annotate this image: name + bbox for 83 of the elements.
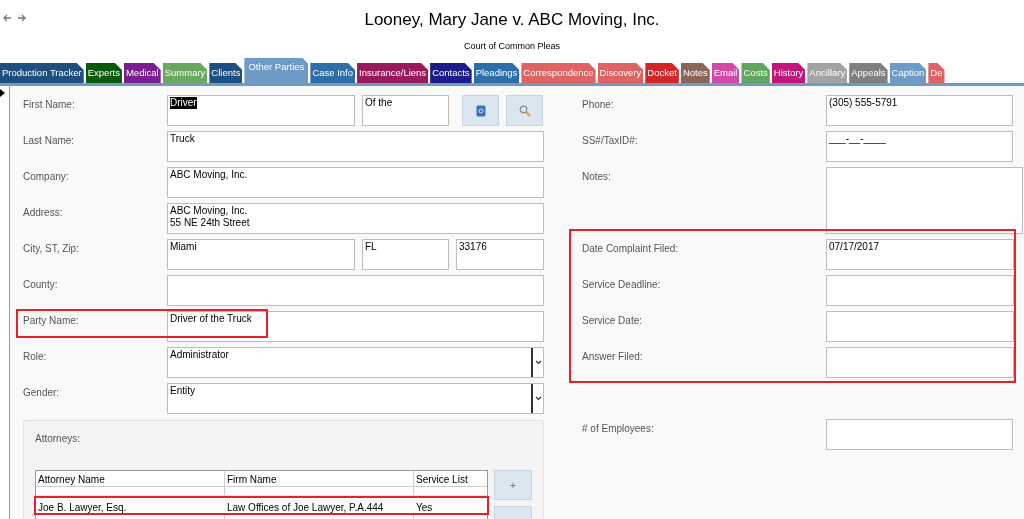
chevron-down-icon <box>534 396 542 401</box>
text-field[interactable]: (305) 555-5791 <box>826 95 1013 126</box>
text-field[interactable] <box>826 347 1014 378</box>
tab[interactable]: Experts <box>85 63 122 83</box>
tab[interactable]: Docket <box>645 63 679 83</box>
field-label: Answer Filed: <box>582 350 644 364</box>
column-header: Service List <box>415 473 469 486</box>
field-value: Driver of the Truck <box>170 313 252 325</box>
tab[interactable]: Pleadings <box>473 63 520 83</box>
text-field[interactable] <box>167 275 544 306</box>
text-field[interactable]: Driver <box>167 95 355 126</box>
tab[interactable]: Medical <box>123 63 161 83</box>
attorneys-label: Attorneys: <box>35 432 82 446</box>
table-cell-text: Law Offices of Joe Lawyer, P.A.444 <box>226 501 385 513</box>
chevron-down-icon <box>534 360 542 365</box>
dropdown-value: Entity <box>170 385 195 396</box>
text-field[interactable]: Of the <box>362 95 449 126</box>
text-field[interactable]: 33176 <box>456 239 544 270</box>
text-field[interactable]: Truck <box>167 131 544 162</box>
field-label: SS#/TaxID#: <box>582 134 639 148</box>
field-label: County: <box>23 278 59 292</box>
field-label: Notes: <box>582 170 612 184</box>
field-value: Truck <box>170 133 195 145</box>
dropdown-button[interactable] <box>531 384 543 413</box>
field-value: 33176 <box>459 241 487 253</box>
text-field[interactable]: ABC Moving, Inc. <box>167 167 544 198</box>
text-field[interactable]: ABC Moving, Inc. 55 NE 24th Street <box>167 203 544 234</box>
tab[interactable]: Notes <box>680 63 710 83</box>
text-field[interactable] <box>826 311 1014 342</box>
back-arrow-icon[interactable] <box>3 14 12 22</box>
field-value: ABC Moving, Inc. 55 NE 24th Street <box>170 205 250 229</box>
dropdown[interactable]: Administrator <box>167 347 544 378</box>
column-header: Firm Name <box>225 471 414 486</box>
text-field[interactable]: ___-__-____ <box>826 131 1013 162</box>
forward-arrow-icon[interactable] <box>17 14 26 22</box>
court-subtitle: Court of Common Pleas <box>463 40 560 53</box>
tab[interactable]: Case Info <box>310 63 356 83</box>
table-cell-text: Yes <box>415 501 434 513</box>
tab[interactable]: History <box>771 63 806 83</box>
text-field[interactable]: FL <box>362 239 449 270</box>
notes-field[interactable] <box>826 167 1023 234</box>
text-field[interactable]: Driver of the Truck <box>167 311 544 342</box>
field-value: Miami <box>170 241 197 253</box>
field-value: FL <box>365 241 377 253</box>
field-value: Driver <box>170 97 197 109</box>
record-button[interactable] <box>462 95 499 126</box>
add-button[interactable]: + <box>494 470 532 500</box>
file-icon <box>475 104 486 117</box>
tab[interactable]: Production Tracker <box>0 63 84 83</box>
field-label: First Name: <box>23 98 76 112</box>
field-label: Company: <box>23 170 70 184</box>
text-field[interactable] <box>826 275 1014 306</box>
tab[interactable]: Contacts <box>430 63 472 83</box>
field-label: # of Employees: <box>582 422 655 436</box>
field-label: Service Date: <box>582 314 644 328</box>
tab[interactable]: Insurance/Liens <box>357 63 429 83</box>
field-value: ABC Moving, Inc. <box>170 169 248 181</box>
text-field[interactable] <box>826 419 1013 450</box>
text-field[interactable]: Miami <box>167 239 355 270</box>
column-header: Attorney Name <box>36 471 225 486</box>
dropdown[interactable]: Entity <box>167 383 544 414</box>
dropdown-button[interactable] <box>531 348 543 377</box>
field-label: Last Name: <box>23 134 76 148</box>
text-field[interactable]: 07/17/2017 <box>826 239 1014 270</box>
table-cell-text: Joe B. Lawyer, Esq. <box>37 501 128 513</box>
record-pointer-icon <box>0 89 5 97</box>
field-label: Phone: <box>582 98 615 112</box>
search-button[interactable] <box>506 95 543 126</box>
field-label: Address: <box>23 206 64 220</box>
field-label: Gender: <box>23 386 61 400</box>
search-icon <box>518 104 531 117</box>
tab[interactable]: Clients <box>209 63 243 83</box>
tab[interactable]: Appeals <box>849 63 888 83</box>
table-row[interactable]: Joe B. Lawyer, Esq. Law Offices of Joe Lawyer, P.A.444 Yes <box>34 496 489 515</box>
field-label: City, ST, Zip: <box>23 242 80 256</box>
tab[interactable]: Email <box>711 63 740 83</box>
dropdown-value: Administrator <box>170 349 229 360</box>
field-label: Service Deadline: <box>582 278 662 292</box>
field-label: Role: <box>23 350 48 364</box>
case-title: Looney, Mary Jane v. ABC Moving, Inc. <box>364 9 660 31</box>
field-label: Date Complaint Filed: <box>582 242 680 256</box>
field-label: Party Name: <box>23 314 80 328</box>
field-value: Of the <box>365 97 393 109</box>
